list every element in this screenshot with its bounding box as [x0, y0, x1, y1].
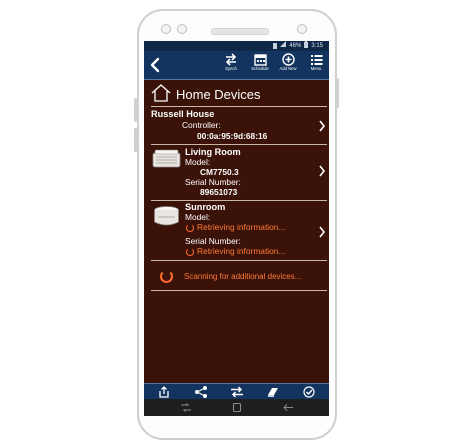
synch-label: Synch [225, 66, 237, 71]
device-name: Sunroom [185, 202, 226, 212]
controller-label: Controller: [182, 120, 221, 130]
share-out-icon[interactable] [157, 386, 171, 398]
controller-name: Russell House [151, 109, 215, 119]
synch-button[interactable]: Synch [218, 53, 244, 72]
serial-value: Retrieving information... [197, 246, 286, 256]
chevron-right-icon [319, 120, 326, 132]
battery-icon [304, 41, 309, 52]
back-arrow-icon[interactable] [148, 55, 162, 75]
power-button [336, 78, 339, 108]
page-header: Home Devices [150, 83, 325, 105]
loading-spinner-icon [186, 248, 194, 256]
schedule-button[interactable]: Schedule [247, 53, 273, 72]
model-value: CM7750.3 [200, 167, 239, 177]
scan-text: Scanning for additional devices... [184, 272, 302, 281]
front-camera-icon [297, 24, 307, 34]
top-toolbar: Synch Schedule Add New Menu [144, 51, 329, 80]
add-new-icon [281, 53, 295, 66]
menu-label: Menu [310, 66, 322, 71]
schedule-label: Schedule [251, 66, 269, 71]
synch-icon [225, 53, 237, 66]
sensor-icon [161, 24, 171, 34]
sim-icon [273, 43, 278, 49]
swap-icon[interactable] [230, 386, 244, 398]
recent-apps-icon[interactable] [180, 403, 192, 412]
volume-button [134, 98, 137, 122]
serial-label: Serial Number: [185, 236, 241, 246]
menu-icon [310, 55, 322, 65]
chevron-right-icon [319, 165, 326, 177]
model-label: Model: [185, 212, 211, 222]
schedule-icon [253, 54, 267, 66]
divider [151, 290, 327, 291]
status-bar: 46% 3:15 [144, 41, 329, 51]
check-circle-icon[interactable] [302, 386, 316, 398]
serial-value: 89651073 [200, 187, 238, 197]
divider [151, 144, 327, 145]
divider [151, 106, 327, 107]
house-icon [151, 84, 171, 102]
share-icon[interactable] [194, 386, 208, 398]
battery-level: 46% [289, 43, 302, 49]
humidifier-icon [154, 206, 179, 226]
book-icon[interactable] [266, 386, 280, 398]
divider [151, 260, 327, 261]
scanning-spinner-icon [160, 270, 173, 283]
device-name: Living Room [185, 147, 241, 157]
controller-mac: 00:0a:95:9d:68:16 [197, 131, 268, 141]
app-screen: 46% 3:15 Synch Schedule Add New Menu Hom… [144, 41, 329, 416]
earpiece-speaker [211, 28, 269, 35]
system-nav-bar [144, 399, 329, 416]
page-title: Home Devices [176, 87, 261, 102]
loading-spinner-icon [186, 224, 194, 232]
volume-button [134, 128, 137, 152]
add-new-button[interactable]: Add New [275, 53, 301, 72]
signal-icon [280, 41, 287, 51]
home-icon[interactable] [231, 403, 243, 412]
chevron-right-icon [319, 226, 326, 238]
device-list: Home Devices Russell House Controller: 0… [144, 80, 329, 383]
model-label: Model: [185, 157, 211, 167]
back-icon[interactable] [282, 403, 294, 412]
add-new-label: Add New [279, 66, 297, 71]
dehumidifier-icon [152, 149, 181, 168]
serial-label: Serial Number: [185, 177, 241, 187]
menu-button[interactable]: Menu [303, 53, 329, 72]
divider [151, 200, 327, 201]
model-value: Retrieving information... [197, 222, 286, 232]
sensor-icon [177, 24, 187, 34]
bottom-toolbar [144, 383, 329, 400]
clock: 3:15 [311, 43, 323, 49]
